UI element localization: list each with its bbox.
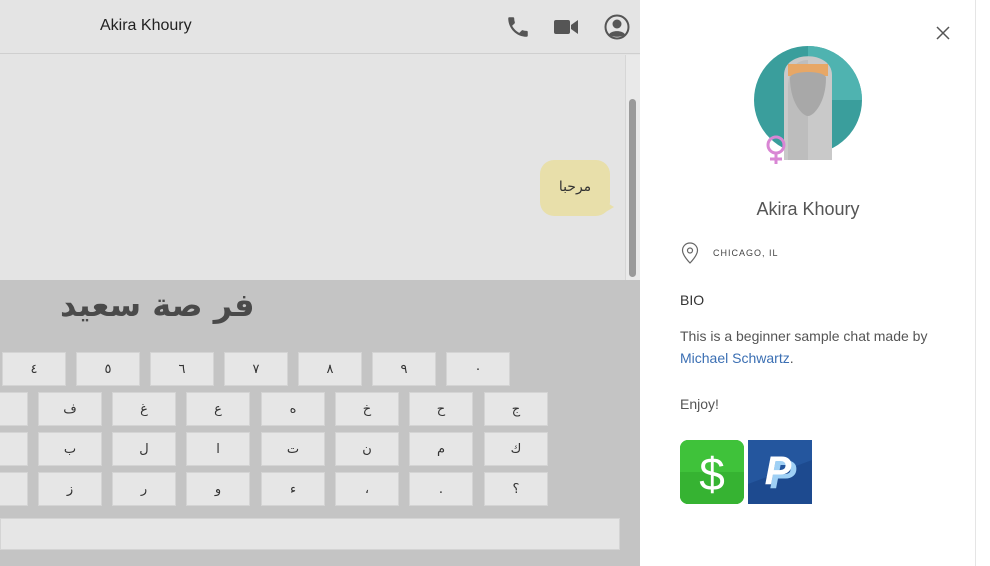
bio-author-link[interactable]: Michael Schwartz <box>680 350 790 366</box>
paypal-button[interactable]: P P <box>748 440 812 504</box>
key[interactable]: خ <box>335 392 399 426</box>
key[interactable]: ر <box>112 472 176 506</box>
dollar-icon: $ <box>680 440 744 504</box>
close-icon[interactable] <box>934 24 952 42</box>
chat-header: Akira Khoury <box>0 0 640 54</box>
key[interactable]: . <box>409 472 473 506</box>
key[interactable]: ٨ <box>298 352 362 386</box>
message-bubble: مرحبا <box>540 160 610 216</box>
key[interactable]: ه <box>261 392 325 426</box>
arabic-keyboard: فر صة سعيد ٤ ٥ ٦ ٧ ٨ ٩ ٠ ف غ ع ه خ ح ج ب… <box>0 280 640 566</box>
bio-heading: BIO <box>680 292 705 308</box>
key[interactable]: ٠ <box>446 352 510 386</box>
bio-text-suffix: . <box>789 350 794 366</box>
video-camera-icon[interactable] <box>553 14 579 40</box>
message-bubble-tail <box>604 201 614 213</box>
user-circle-icon[interactable] <box>604 14 630 40</box>
key[interactable]: ن <box>335 432 399 466</box>
message-list[interactable]: مرحبا <box>0 55 640 280</box>
key-partial[interactable] <box>0 472 28 506</box>
message-text: مرحبا <box>558 179 592 195</box>
chat-panel: Akira Khoury مرحبا فر صة سعيد ٤ ٥ ٦ ٧ ٨ … <box>0 0 640 566</box>
keyboard-input-preview[interactable]: فر صة سعيد <box>60 286 255 324</box>
bio-text: This is a beginner sample chat made by M… <box>680 325 950 369</box>
key[interactable]: ب <box>38 432 102 466</box>
key[interactable]: و <box>186 472 250 506</box>
key[interactable]: ح <box>409 392 473 426</box>
paypal-symbol: P <box>765 449 792 493</box>
key[interactable]: ٧ <box>224 352 288 386</box>
key-partial[interactable] <box>0 392 28 426</box>
key[interactable]: ٥ <box>76 352 140 386</box>
enjoy-text: Enjoy! <box>680 396 719 412</box>
key[interactable]: ج <box>484 392 548 426</box>
key[interactable]: ك <box>484 432 548 466</box>
avatar <box>754 46 862 164</box>
key[interactable]: غ <box>112 392 176 426</box>
key[interactable]: ء <box>261 472 325 506</box>
phone-icon[interactable] <box>505 14 531 40</box>
cash-app-button[interactable]: $ <box>680 440 744 504</box>
chat-scroll-thumb[interactable] <box>629 99 636 277</box>
key[interactable]: ؟ <box>484 472 548 506</box>
key[interactable]: ت <box>261 432 325 466</box>
key[interactable]: ف <box>38 392 102 426</box>
key[interactable]: م <box>409 432 473 466</box>
key[interactable]: ، <box>335 472 399 506</box>
chat-scrollbar[interactable] <box>625 55 640 280</box>
key[interactable]: ع <box>186 392 250 426</box>
key[interactable]: ٦ <box>150 352 214 386</box>
cash-symbol: $ <box>699 448 725 500</box>
key[interactable]: ل <box>112 432 176 466</box>
profile-scrollbar[interactable] <box>975 0 990 566</box>
key[interactable]: ٩ <box>372 352 436 386</box>
key[interactable]: ز <box>38 472 102 506</box>
profile-name: Akira Khoury <box>756 199 860 219</box>
key-partial[interactable] <box>0 432 28 466</box>
key[interactable]: ٤ <box>2 352 66 386</box>
profile-location: CHICAGO, IL <box>713 248 779 258</box>
map-pin-icon <box>681 242 699 264</box>
chat-contact-name: Akira Khoury <box>100 17 192 34</box>
bio-text-body: This is a beginner sample chat made by <box>680 328 928 344</box>
key[interactable]: ا <box>186 432 250 466</box>
space-key[interactable] <box>0 518 620 550</box>
paypal-icon: P P <box>748 440 812 504</box>
